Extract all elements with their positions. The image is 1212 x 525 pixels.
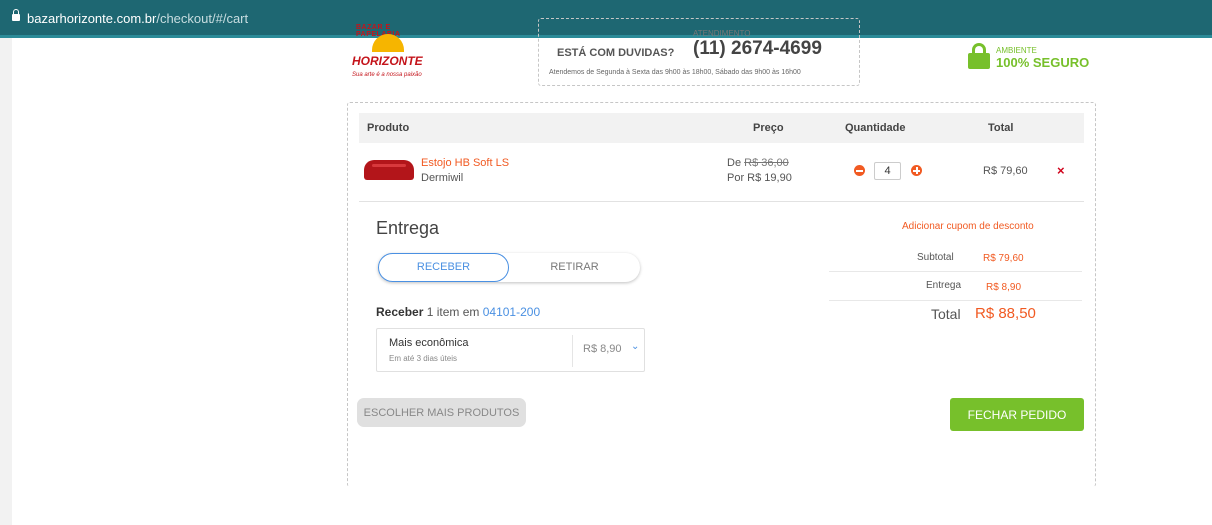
shipping-title: Entrega xyxy=(376,218,440,238)
minus-icon[interactable] xyxy=(854,165,865,176)
subtotal-label: Subtotal xyxy=(917,252,954,263)
support-phone: (11) 2674-4699 xyxy=(693,38,822,59)
padlock-icon xyxy=(968,43,990,69)
price-current: Por R$ 19,90 xyxy=(727,172,792,184)
shipping-option-divider xyxy=(572,335,573,367)
price-from: De R$ 36,00 xyxy=(727,157,789,169)
header-product: Produto xyxy=(367,122,410,134)
logo-name: HORIZONTE xyxy=(352,54,423,68)
receive-text: 1 item em xyxy=(423,305,483,319)
coupon-link[interactable]: Adicionar cupom de desconto xyxy=(902,221,1034,232)
close-order-button[interactable]: FECHAR PEDIDO xyxy=(950,398,1084,431)
subtotal-value: R$ 79,60 xyxy=(983,253,1024,264)
total-label: Total xyxy=(931,306,961,322)
price-from-value: R$ 36,00 xyxy=(744,157,789,169)
remove-icon[interactable]: × xyxy=(1057,163,1065,178)
total-value: R$ 88,50 xyxy=(975,305,1036,322)
tab-receive[interactable]: RECEBER xyxy=(378,253,509,282)
summary-divider xyxy=(829,271,1082,272)
plus-icon[interactable] xyxy=(911,165,922,176)
receive-summary: Receber 1 item em 04101-200 xyxy=(376,305,540,319)
receive-label: Receber xyxy=(376,305,424,319)
tab-pickup[interactable]: RETIRAR xyxy=(509,253,640,282)
header-quantity: Quantidade xyxy=(845,122,906,134)
quantity-input[interactable] xyxy=(874,162,901,180)
support-hours: Atendemos de Segunda à Sexta das 9h00 às… xyxy=(549,69,801,76)
choose-more-products-button[interactable]: ESCOLHER MAIS PRODUTOS xyxy=(357,398,526,427)
shipping-cost-label: Entrega xyxy=(926,280,962,291)
lock-icon xyxy=(12,9,20,23)
support-box: ESTÁ COM DUVIDAS? ATENDIMENTO (11) 2674-… xyxy=(538,18,860,86)
cart-table-header: Produto Preço Quantidade Total xyxy=(359,113,1084,143)
secure-line2: 100% SEGURO xyxy=(996,55,1090,70)
secure-badge: AMBIENTE 100% SEGURO xyxy=(968,43,1098,73)
secure-line1: AMBIENTE xyxy=(996,46,1037,55)
product-brand: Dermiwil xyxy=(421,172,464,184)
price-from-label: De xyxy=(727,157,742,169)
delivery-mode-toggle[interactable]: RECEBER RETIRAR xyxy=(378,253,640,282)
product-image[interactable] xyxy=(364,160,414,180)
chevron-down-icon[interactable]: ⌄ xyxy=(631,341,639,352)
header-price: Preço xyxy=(753,122,784,134)
shipping-option[interactable]: Mais econômica Em até 3 dias úteis R$ 8,… xyxy=(376,328,645,372)
summary-divider xyxy=(829,300,1082,301)
store-logo[interactable]: BAZAR E PAPELARIA HORIZONTE Sua arte é a… xyxy=(352,20,432,82)
header-total: Total xyxy=(988,122,1014,134)
url-text[interactable]: bazarhorizonte.com.br/checkout/#/cart xyxy=(27,11,248,26)
cep-link[interactable]: 04101-200 xyxy=(483,305,540,319)
item-total: R$ 79,60 xyxy=(983,165,1028,177)
support-label: ATENDIMENTO xyxy=(693,29,751,38)
url-path: /checkout/#/cart xyxy=(156,11,249,26)
product-name-link[interactable]: Estojo HB Soft LS xyxy=(421,157,509,169)
shipping-option-price: R$ 8,90 xyxy=(583,343,622,355)
support-question: ESTÁ COM DUVIDAS? xyxy=(557,47,675,59)
shipping-option-detail: Em até 3 dias úteis xyxy=(389,354,458,363)
url-domain: bazarhorizonte.com.br xyxy=(27,11,157,26)
shipping-cost-value: R$ 8,90 xyxy=(986,282,1022,293)
logo-slogan: Sua arte é a nossa paixão xyxy=(352,72,422,78)
shipping-option-name: Mais econômica xyxy=(389,337,469,349)
cart-item-row: Estojo HB Soft LS Dermiwil De R$ 36,00 P… xyxy=(359,143,1084,202)
